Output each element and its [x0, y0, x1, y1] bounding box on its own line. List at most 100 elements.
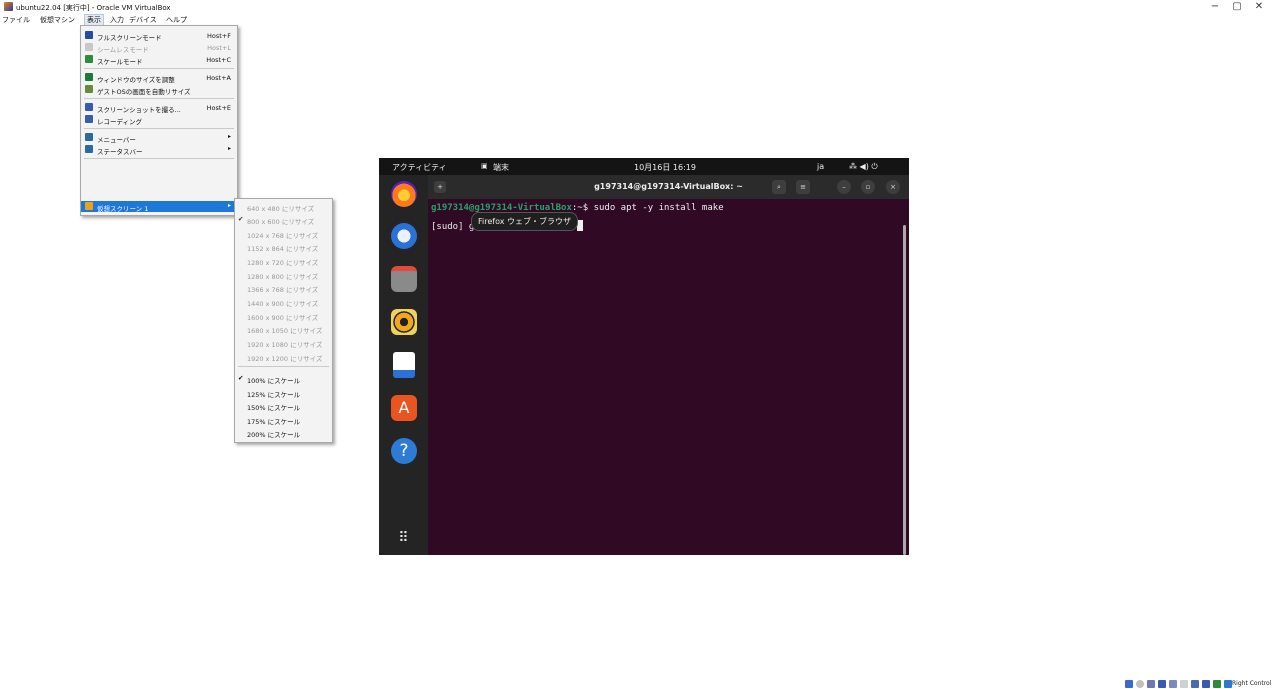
optical-drive-icon[interactable]: [1136, 680, 1144, 688]
firefox-tooltip: Firefox ウェブ・ブラウザ: [471, 212, 579, 231]
terminal-headerbar: + g197314@g197314-VirtualBox: ~ ⌕ ≡ – ▫ …: [428, 175, 909, 199]
terminal-scrollbar[interactable]: [903, 225, 906, 555]
minimize-icon[interactable]: –: [837, 180, 851, 194]
recording-icon: [85, 115, 93, 123]
resize-option[interactable]: 1920 x 1080 にリサイズ: [235, 336, 332, 350]
rhythmbox-icon[interactable]: [391, 309, 417, 335]
scale-option[interactable]: 175% にスケール: [235, 413, 332, 427]
resize-option[interactable]: 1680 x 1050 にリサイズ: [235, 322, 332, 336]
menubar-icon: [85, 133, 93, 141]
command-text: :~$ sudo apt -y install make: [571, 203, 724, 213]
statusbar-icon: [85, 145, 93, 153]
resize-option[interactable]: 1366 x 768 にリサイズ: [235, 281, 332, 295]
status-bar: Right Control: [0, 678, 1276, 689]
writer-icon[interactable]: [393, 352, 415, 378]
menu-file[interactable]: ファイル: [2, 15, 30, 25]
virtualbox-icon: [4, 2, 13, 11]
checkmark-icon: ✔: [238, 374, 244, 382]
resize-option[interactable]: 1920 x 1200 にリサイズ: [235, 350, 332, 364]
usb-icon[interactable]: [1169, 680, 1177, 688]
menu-machine[interactable]: 仮想マシン: [40, 15, 75, 25]
resize-option[interactable]: 1600 x 900 にリサイズ: [235, 309, 332, 323]
menu-item-auto-resize[interactable]: ゲストOSの画面を自動リサイズ: [81, 84, 237, 96]
scale-option[interactable]: 125% にスケール: [235, 386, 332, 400]
resize-option[interactable]: 1440 x 900 にリサイズ: [235, 295, 332, 309]
submenu-arrow-icon: ▸: [227, 145, 231, 152]
hamburger-menu-icon[interactable]: ≡: [796, 180, 810, 194]
menu-item-screenshot[interactable]: スクリーンショットを撮る... Host+E: [81, 102, 237, 114]
menu-help[interactable]: ヘルプ: [166, 15, 187, 25]
resize-option[interactable]: 1280 x 720 にリサイズ: [235, 254, 332, 268]
virtual-screen-icon: [85, 202, 93, 210]
terminal-small-icon: ▣: [481, 162, 488, 170]
window-titlebar: ubuntu22.04 [実行中] - Oracle VM VirtualBox…: [0, 0, 1276, 14]
display-icon[interactable]: [1191, 680, 1199, 688]
menu-item-seamless[interactable]: シームレスモード Host+L: [81, 42, 237, 54]
scale-option[interactable]: ✔ 100% にスケール: [235, 372, 332, 386]
fullscreen-icon: [85, 31, 93, 39]
gnome-top-bar: アクティビティ ▣ 端末 10月16日 16:19 ja ⁂ ◀) ⏻: [379, 158, 909, 175]
recording-status-icon[interactable]: [1202, 680, 1210, 688]
submenu-arrow-icon: ▸: [227, 202, 231, 209]
cpu-icon[interactable]: [1213, 680, 1221, 688]
terminal-window[interactable]: + g197314@g197314-VirtualBox: ~ ⌕ ≡ – ▫ …: [428, 175, 909, 555]
close-icon[interactable]: ×: [886, 180, 900, 194]
clock[interactable]: 10月16日 16:19: [634, 162, 696, 173]
menu-devices[interactable]: デバイス: [129, 15, 157, 25]
resize-option[interactable]: ✔ 800 x 600 にリサイズ: [235, 213, 332, 227]
checkmark-icon: ✔: [238, 215, 244, 223]
menu-item-scaled[interactable]: スケールモード Host+C: [81, 54, 237, 66]
mouse-integration-icon[interactable]: [1224, 680, 1232, 688]
menu-item-virtual-screen-1[interactable]: 仮想スクリーン 1 ▸: [81, 201, 237, 213]
virtual-screen-submenu: 640 x 480 にリサイズ ✔ 800 x 600 にリサイズ 1024 x …: [234, 198, 333, 443]
resize-option[interactable]: 1280 x 800 にリサイズ: [235, 268, 332, 282]
resize-option[interactable]: 1152 x 864 にリサイズ: [235, 240, 332, 254]
audio-icon[interactable]: [1147, 680, 1155, 688]
files-icon[interactable]: [391, 266, 417, 292]
activities-button[interactable]: アクティビティ: [392, 162, 447, 173]
separator: [84, 128, 234, 129]
view-menu: フルスクリーンモード Host+F シームレスモード Host+L スケールモード H…: [80, 25, 238, 216]
separator: [84, 158, 234, 159]
ubuntu-guest-screen[interactable]: アクティビティ ▣ 端末 10月16日 16:19 ja ⁂ ◀) ⏻ A ? …: [379, 158, 909, 555]
scale-icon: [85, 55, 93, 63]
help-icon[interactable]: ?: [391, 438, 417, 464]
menu-item-statusbar[interactable]: ステータスバー ▸: [81, 144, 237, 156]
menu-item-adjust-window[interactable]: ウィンドウのサイズを調整 Host+A: [81, 72, 237, 84]
scale-option[interactable]: 200% にスケール: [235, 426, 332, 440]
menu-item-fullscreen[interactable]: フルスクリーンモード Host+F: [81, 30, 237, 42]
network-icon[interactable]: [1158, 680, 1166, 688]
maximize-button[interactable]: ▢: [1228, 1, 1246, 12]
maximize-icon[interactable]: ▫: [861, 180, 875, 194]
search-icon[interactable]: ⌕: [772, 180, 786, 194]
separator: [84, 98, 234, 99]
cursor: [577, 220, 584, 231]
terminal-line-1: g197314@g197314-VirtualBox:~$ sudo apt -…: [431, 203, 724, 213]
system-tray-icons[interactable]: ⁂ ◀) ⏻: [849, 162, 878, 172]
show-apps-icon[interactable]: ⠿: [391, 525, 417, 551]
close-button[interactable]: ✕: [1250, 1, 1268, 12]
hard-disk-icon[interactable]: [1125, 680, 1133, 688]
scale-option[interactable]: 150% にスケール: [235, 399, 332, 413]
menu-input[interactable]: 入力: [110, 15, 124, 25]
screenshot-icon: [85, 103, 93, 111]
seamless-icon: [85, 43, 93, 51]
minimize-button[interactable]: −: [1206, 1, 1224, 12]
thunderbird-icon[interactable]: [391, 223, 417, 249]
shared-folders-icon[interactable]: [1180, 680, 1188, 688]
app-menu-terminal[interactable]: 端末: [493, 162, 509, 173]
resize-option[interactable]: 640 x 480 にリサイズ: [235, 200, 332, 214]
separator: [238, 366, 329, 367]
menu-item-recording[interactable]: レコーディング: [81, 114, 237, 126]
separator: [84, 68, 234, 69]
firefox-icon[interactable]: [391, 181, 417, 207]
host-key-label: Right Control: [1232, 680, 1272, 687]
input-method[interactable]: ja: [817, 162, 824, 171]
auto-resize-icon: [85, 85, 93, 93]
resize-option[interactable]: 1024 x 768 にリサイズ: [235, 227, 332, 241]
menu-item-menubar[interactable]: メニューバー ▸: [81, 132, 237, 144]
adjust-window-icon: [85, 73, 93, 81]
app-center-icon[interactable]: A: [391, 395, 417, 421]
dock: A ? ⠿: [379, 175, 428, 555]
submenu-arrow-icon: ▸: [227, 133, 231, 140]
